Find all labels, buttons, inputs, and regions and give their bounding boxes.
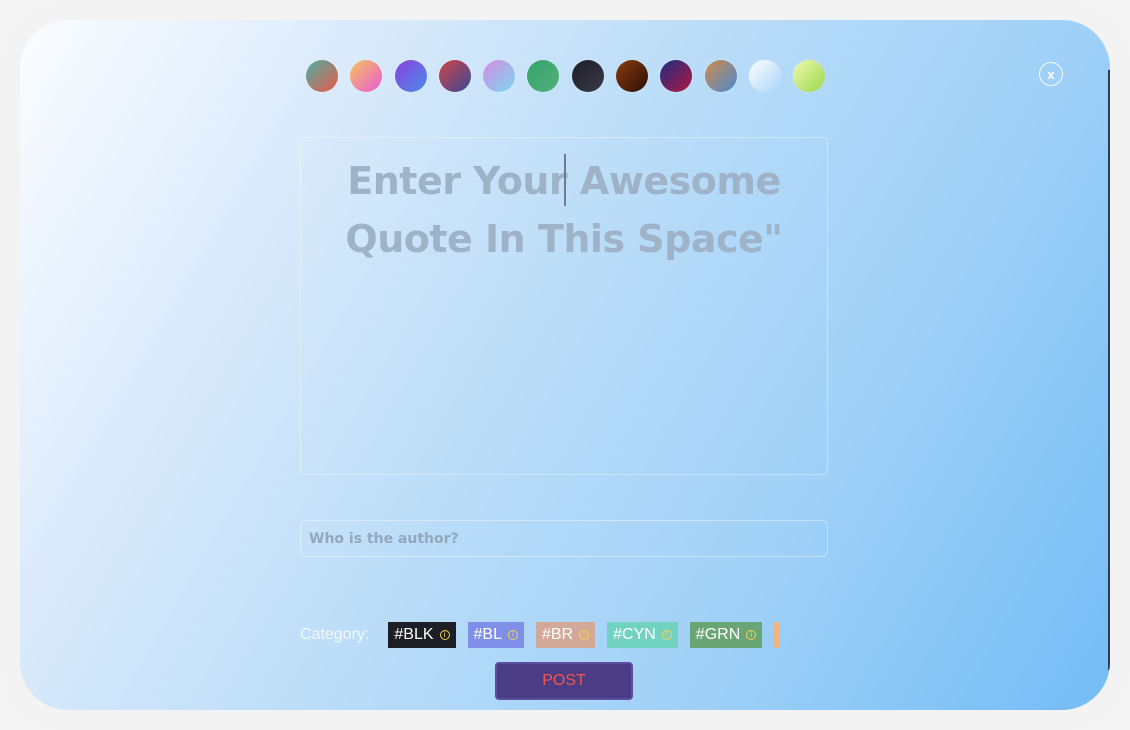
color-swatch-charcoal[interactable] [571,60,604,92]
close-button[interactable]: x [1039,62,1063,86]
author-input[interactable]: Who is the author? [300,520,828,557]
category-tag-label: #CYN [613,626,656,643]
color-swatch-green[interactable] [527,60,560,92]
category-tag-label: #BLK [394,626,434,643]
color-swatch-bronze-blue[interactable] [704,60,737,92]
category-label: Category: [300,626,370,643]
category-tag-label: #BL [473,626,502,643]
author-placeholder: Who is the author? [309,530,459,547]
color-swatch-ice[interactable] [748,60,781,92]
category-tag[interactable]: #BLK i [388,622,456,648]
info-icon: i [507,630,518,640]
category-tag[interactable]: #BL i [467,622,524,648]
window-frame: x Enter Your Awesome Quote In This Space… [0,0,1130,730]
panel-edge [1108,70,1110,670]
category-row: Category: #BLK i #BL i #BR i #CYN i #GRN i [300,621,780,649]
color-swatch-teal-coral[interactable] [306,60,338,92]
color-swatch-lilac-cyan[interactable] [483,60,516,92]
category-tag[interactable]: #BR i [535,622,596,648]
category-tag-overflow[interactable] [774,622,780,648]
post-button[interactable]: POST [495,662,633,700]
info-icon: i [579,630,590,640]
color-swatch-brown[interactable] [616,60,649,92]
color-swatch-lime[interactable] [793,60,826,92]
text-caret [564,154,566,206]
info-icon: i [439,630,450,640]
category-tag[interactable]: #GRN i [689,622,763,648]
category-tag-label: #BR [541,626,574,643]
info-icon: i [661,630,672,640]
category-tag[interactable]: #CYN i [607,622,678,648]
color-swatch-violet-blue[interactable] [394,60,427,92]
color-swatch-orange-pink[interactable] [350,60,383,92]
create-quote-dialog: x Enter Your Awesome Quote In This Space… [20,20,1110,710]
info-icon: i [746,630,757,640]
color-swatch-picker [306,60,826,92]
color-swatch-navy-crimson[interactable] [660,60,693,92]
category-tag-label: #GRN [695,626,741,643]
color-swatch-red-indigo[interactable] [438,60,471,92]
quote-textarea[interactable]: Enter Your Awesome Quote In This Space" [300,137,828,475]
